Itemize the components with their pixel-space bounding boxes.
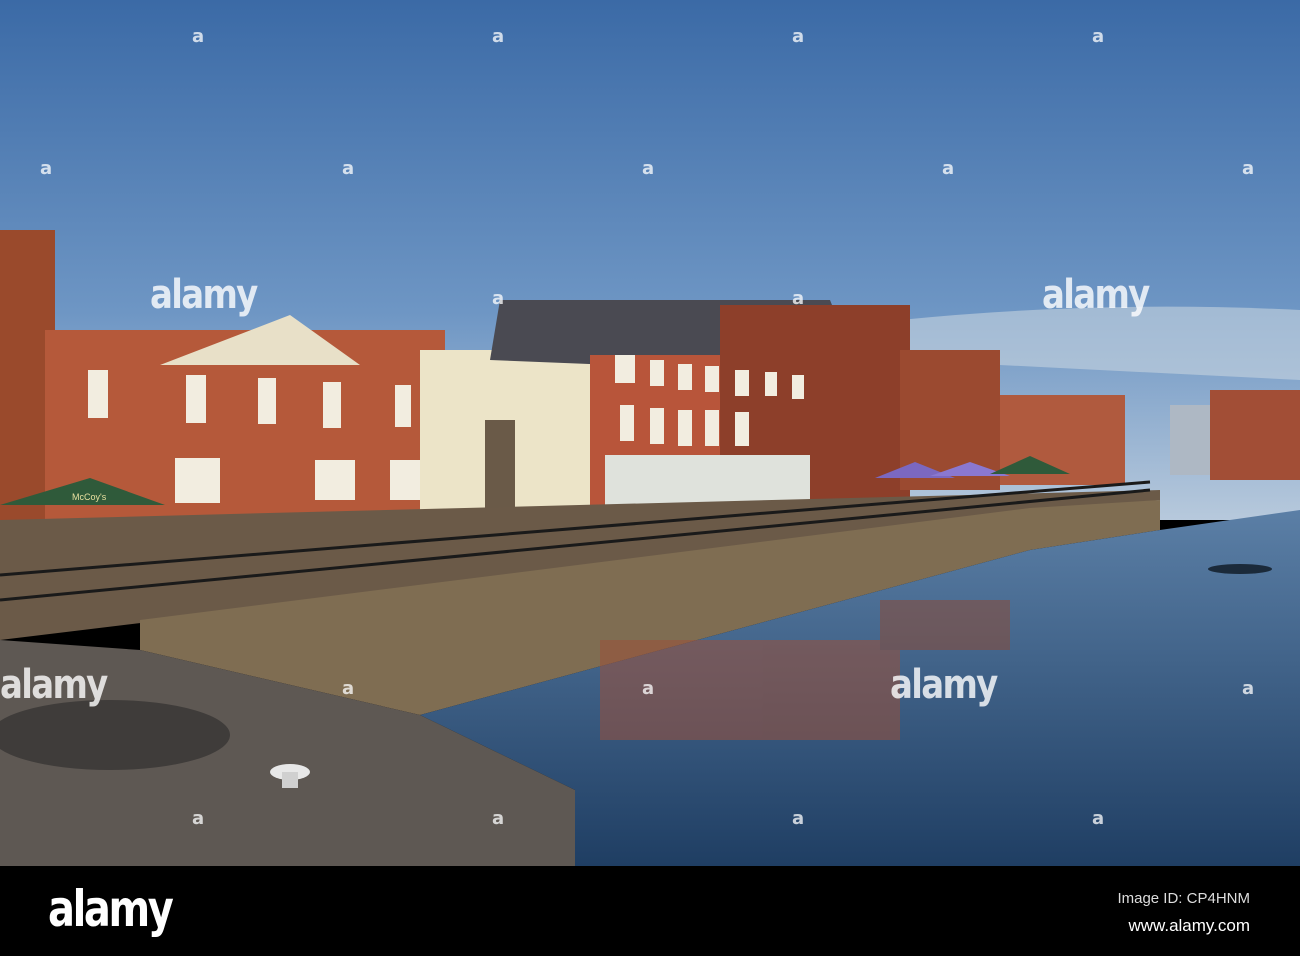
image-id: Image ID: CP4HNM xyxy=(1117,890,1250,907)
building-right xyxy=(1210,390,1300,480)
building-distant xyxy=(1170,405,1210,475)
watermark-mark: a xyxy=(792,288,805,309)
watermark-mark: a xyxy=(342,158,355,179)
site-url: www.alamy.com xyxy=(1128,916,1250,935)
watermark-logo: alamy xyxy=(150,272,258,318)
footer-bar: alamy Image ID: CP4HNM www.alamy.com xyxy=(0,866,1300,956)
watermark-mark: a xyxy=(192,808,205,829)
watermark-mark: a xyxy=(1092,26,1105,47)
photo-harbour-quayside xyxy=(0,0,1300,866)
watermark-mark: a xyxy=(342,678,355,699)
stock-photo-page: McCoy's alamy alamy alamy alamy a a a a … xyxy=(0,0,1300,956)
watermark-mark: a xyxy=(492,26,505,47)
watermark-mark: a xyxy=(1242,678,1255,699)
watermark-mark: a xyxy=(1092,808,1105,829)
cobble-circle xyxy=(0,700,230,770)
watermark-logo: alamy xyxy=(0,662,108,708)
watermark-mark: a xyxy=(792,26,805,47)
watermark-mark: a xyxy=(942,158,955,179)
umbrella-sign-text: McCoy's xyxy=(72,492,107,502)
watermark-mark: a xyxy=(492,288,505,309)
watermark-mark: a xyxy=(492,808,505,829)
doorway xyxy=(485,420,515,510)
watermark-mark: a xyxy=(40,158,53,179)
watermark-mark: a xyxy=(642,678,655,699)
watermark-logo: alamy xyxy=(1042,272,1150,318)
watermark-mark: a xyxy=(792,808,805,829)
watermark-mark: a xyxy=(1242,158,1255,179)
watermark-mark: a xyxy=(642,158,655,179)
watermark-logo: alamy xyxy=(890,662,998,708)
buoy xyxy=(1208,564,1272,574)
alamy-logo: alamy xyxy=(48,880,174,938)
watermark-mark: a xyxy=(192,26,205,47)
